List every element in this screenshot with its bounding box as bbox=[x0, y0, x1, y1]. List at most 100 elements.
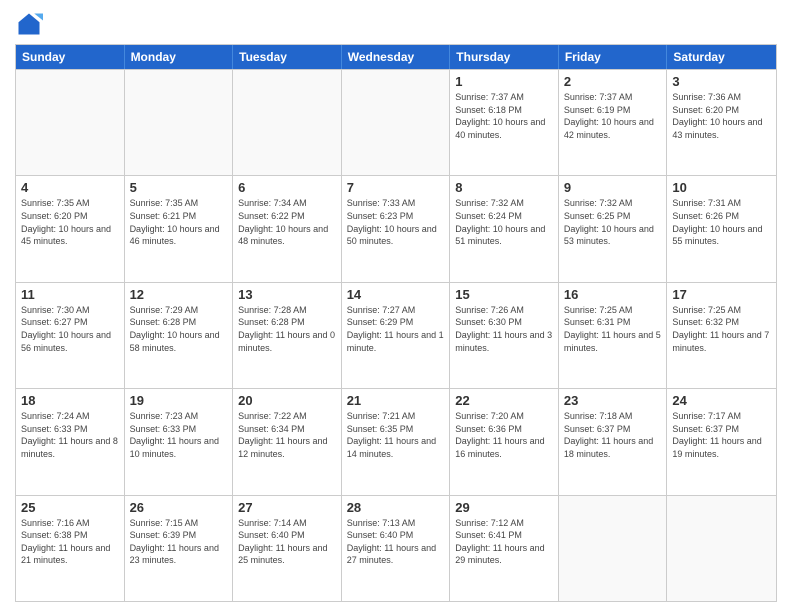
calendar-cell bbox=[16, 70, 125, 175]
day-number: 20 bbox=[238, 393, 336, 408]
calendar-cell: 8Sunrise: 7:32 AMSunset: 6:24 PMDaylight… bbox=[450, 176, 559, 281]
day-number: 13 bbox=[238, 287, 336, 302]
day-number: 24 bbox=[672, 393, 771, 408]
calendar-cell bbox=[342, 70, 451, 175]
day-number: 1 bbox=[455, 74, 553, 89]
day-info: Sunrise: 7:24 AMSunset: 6:33 PMDaylight:… bbox=[21, 410, 119, 460]
day-info: Sunrise: 7:33 AMSunset: 6:23 PMDaylight:… bbox=[347, 197, 445, 247]
day-info: Sunrise: 7:18 AMSunset: 6:37 PMDaylight:… bbox=[564, 410, 662, 460]
day-info: Sunrise: 7:15 AMSunset: 6:39 PMDaylight:… bbox=[130, 517, 228, 567]
calendar-cell: 20Sunrise: 7:22 AMSunset: 6:34 PMDayligh… bbox=[233, 389, 342, 494]
day-info: Sunrise: 7:29 AMSunset: 6:28 PMDaylight:… bbox=[130, 304, 228, 354]
header-day-friday: Friday bbox=[559, 45, 668, 69]
day-number: 11 bbox=[21, 287, 119, 302]
calendar-week-2: 4Sunrise: 7:35 AMSunset: 6:20 PMDaylight… bbox=[16, 175, 776, 281]
calendar-cell: 16 Sunrise: 7:25 AMSunset: 6:31 PMDayligh… bbox=[559, 283, 668, 388]
calendar-week-1: 1 Sunrise: 7:37 AMSunset: 6:18 PMDaylight… bbox=[16, 69, 776, 175]
day-info: Sunrise: 7:27 AMSunset: 6:29 PMDaylight:… bbox=[347, 304, 445, 354]
day-number: 16 bbox=[564, 287, 662, 302]
calendar-cell: 13 Sunrise: 7:28 AMSunset: 6:28 PMDayligh… bbox=[233, 283, 342, 388]
day-info: Sunrise: 7:28 AMSunset: 6:28 PMDaylight:… bbox=[238, 304, 336, 354]
day-info: Sunrise: 7:25 AMSunset: 6:31 PMDaylight:… bbox=[564, 304, 662, 354]
calendar-cell bbox=[559, 496, 668, 601]
calendar-cell: 11 Sunrise: 7:30 AMSunset: 6:27 PMDayligh… bbox=[16, 283, 125, 388]
day-info: Sunrise: 7:32 AMSunset: 6:24 PMDaylight:… bbox=[455, 197, 553, 247]
day-info: Sunrise: 7:17 AMSunset: 6:37 PMDaylight:… bbox=[672, 410, 771, 460]
calendar-cell: 28 Sunrise: 7:13 AMSunset: 6:40 PMDayligh… bbox=[342, 496, 451, 601]
day-number: 7 bbox=[347, 180, 445, 195]
header-day-monday: Monday bbox=[125, 45, 234, 69]
day-number: 3 bbox=[672, 74, 771, 89]
header-day-sunday: Sunday bbox=[16, 45, 125, 69]
day-info: Sunrise: 7:23 AMSunset: 6:33 PMDaylight:… bbox=[130, 410, 228, 460]
day-number: 28 bbox=[347, 500, 445, 515]
calendar-week-3: 11 Sunrise: 7:30 AMSunset: 6:27 PMDayligh… bbox=[16, 282, 776, 388]
calendar-cell: 14 Sunrise: 7:27 AMSunset: 6:29 PMDayligh… bbox=[342, 283, 451, 388]
day-number: 14 bbox=[347, 287, 445, 302]
day-number: 12 bbox=[130, 287, 228, 302]
calendar: SundayMondayTuesdayWednesdayThursdayFrid… bbox=[15, 44, 777, 602]
day-info: Sunrise: 7:37 AMSunset: 6:18 PMDaylight:… bbox=[455, 91, 553, 141]
calendar-cell: 15 Sunrise: 7:26 AMSunset: 6:30 PMDayligh… bbox=[450, 283, 559, 388]
header-day-tuesday: Tuesday bbox=[233, 45, 342, 69]
day-info: Sunrise: 7:31 AMSunset: 6:26 PMDaylight:… bbox=[672, 197, 771, 247]
calendar-cell: 18 Sunrise: 7:24 AMSunset: 6:33 PMDayligh… bbox=[16, 389, 125, 494]
day-number: 15 bbox=[455, 287, 553, 302]
day-number: 9 bbox=[564, 180, 662, 195]
day-number: 29 bbox=[455, 500, 553, 515]
day-number: 10 bbox=[672, 180, 771, 195]
calendar-cell bbox=[125, 70, 234, 175]
day-number: 17 bbox=[672, 287, 771, 302]
calendar-header: SundayMondayTuesdayWednesdayThursdayFrid… bbox=[16, 45, 776, 69]
calendar-cell: 7 Sunrise: 7:33 AMSunset: 6:23 PMDaylight… bbox=[342, 176, 451, 281]
day-info: Sunrise: 7:26 AMSunset: 6:30 PMDaylight:… bbox=[455, 304, 553, 354]
day-info: Sunrise: 7:30 AMSunset: 6:27 PMDaylight:… bbox=[21, 304, 119, 354]
day-number: 19 bbox=[130, 393, 228, 408]
day-info: Sunrise: 7:37 AMSunset: 6:19 PMDaylight:… bbox=[564, 91, 662, 141]
calendar-cell: 19 Sunrise: 7:23 AMSunset: 6:33 PMDayligh… bbox=[125, 389, 234, 494]
day-info: Sunrise: 7:16 AMSunset: 6:38 PMDaylight:… bbox=[21, 517, 119, 567]
day-info: Sunrise: 7:36 AMSunset: 6:20 PMDaylight:… bbox=[672, 91, 771, 141]
day-number: 4 bbox=[21, 180, 119, 195]
calendar-cell: 17 Sunrise: 7:25 AMSunset: 6:32 PMDayligh… bbox=[667, 283, 776, 388]
calendar-cell: 4Sunrise: 7:35 AMSunset: 6:20 PMDaylight… bbox=[16, 176, 125, 281]
day-number: 23 bbox=[564, 393, 662, 408]
day-info: Sunrise: 7:32 AMSunset: 6:25 PMDaylight:… bbox=[564, 197, 662, 247]
day-info: Sunrise: 7:35 AMSunset: 6:21 PMDaylight:… bbox=[130, 197, 228, 247]
calendar-cell: 23 Sunrise: 7:18 AMSunset: 6:37 PMDayligh… bbox=[559, 389, 668, 494]
calendar-cell: 24 Sunrise: 7:17 AMSunset: 6:37 PMDayligh… bbox=[667, 389, 776, 494]
calendar-cell bbox=[667, 496, 776, 601]
header-day-saturday: Saturday bbox=[667, 45, 776, 69]
calendar-cell: 5Sunrise: 7:35 AMSunset: 6:21 PMDaylight… bbox=[125, 176, 234, 281]
calendar-cell bbox=[233, 70, 342, 175]
day-number: 18 bbox=[21, 393, 119, 408]
logo bbox=[15, 10, 47, 38]
calendar-cell: 12 Sunrise: 7:29 AMSunset: 6:28 PMDayligh… bbox=[125, 283, 234, 388]
calendar-week-5: 25 Sunrise: 7:16 AMSunset: 6:38 PMDayligh… bbox=[16, 495, 776, 601]
calendar-week-4: 18 Sunrise: 7:24 AMSunset: 6:33 PMDayligh… bbox=[16, 388, 776, 494]
calendar-cell: 25 Sunrise: 7:16 AMSunset: 6:38 PMDayligh… bbox=[16, 496, 125, 601]
calendar-cell: 10 Sunrise: 7:31 AMSunset: 6:26 PMDayligh… bbox=[667, 176, 776, 281]
day-number: 25 bbox=[21, 500, 119, 515]
day-info: Sunrise: 7:12 AMSunset: 6:41 PMDaylight:… bbox=[455, 517, 553, 567]
day-number: 21 bbox=[347, 393, 445, 408]
day-info: Sunrise: 7:34 AMSunset: 6:22 PMDaylight:… bbox=[238, 197, 336, 247]
calendar-cell: 26 Sunrise: 7:15 AMSunset: 6:39 PMDayligh… bbox=[125, 496, 234, 601]
calendar-cell: 27 Sunrise: 7:14 AMSunset: 6:40 PMDayligh… bbox=[233, 496, 342, 601]
logo-icon bbox=[15, 10, 43, 38]
day-info: Sunrise: 7:21 AMSunset: 6:35 PMDaylight:… bbox=[347, 410, 445, 460]
calendar-cell: 1 Sunrise: 7:37 AMSunset: 6:18 PMDaylight… bbox=[450, 70, 559, 175]
day-number: 27 bbox=[238, 500, 336, 515]
day-number: 22 bbox=[455, 393, 553, 408]
calendar-cell: 29 Sunrise: 7:12 AMSunset: 6:41 PMDayligh… bbox=[450, 496, 559, 601]
day-info: Sunrise: 7:14 AMSunset: 6:40 PMDaylight:… bbox=[238, 517, 336, 567]
day-number: 26 bbox=[130, 500, 228, 515]
calendar-cell: 6Sunrise: 7:34 AMSunset: 6:22 PMDaylight… bbox=[233, 176, 342, 281]
day-number: 2 bbox=[564, 74, 662, 89]
calendar-cell: 9 Sunrise: 7:32 AMSunset: 6:25 PMDaylight… bbox=[559, 176, 668, 281]
day-info: Sunrise: 7:25 AMSunset: 6:32 PMDaylight:… bbox=[672, 304, 771, 354]
header-day-thursday: Thursday bbox=[450, 45, 559, 69]
day-info: Sunrise: 7:13 AMSunset: 6:40 PMDaylight:… bbox=[347, 517, 445, 567]
calendar-cell: 22Sunrise: 7:20 AMSunset: 6:36 PMDayligh… bbox=[450, 389, 559, 494]
calendar-cell: 21 Sunrise: 7:21 AMSunset: 6:35 PMDayligh… bbox=[342, 389, 451, 494]
